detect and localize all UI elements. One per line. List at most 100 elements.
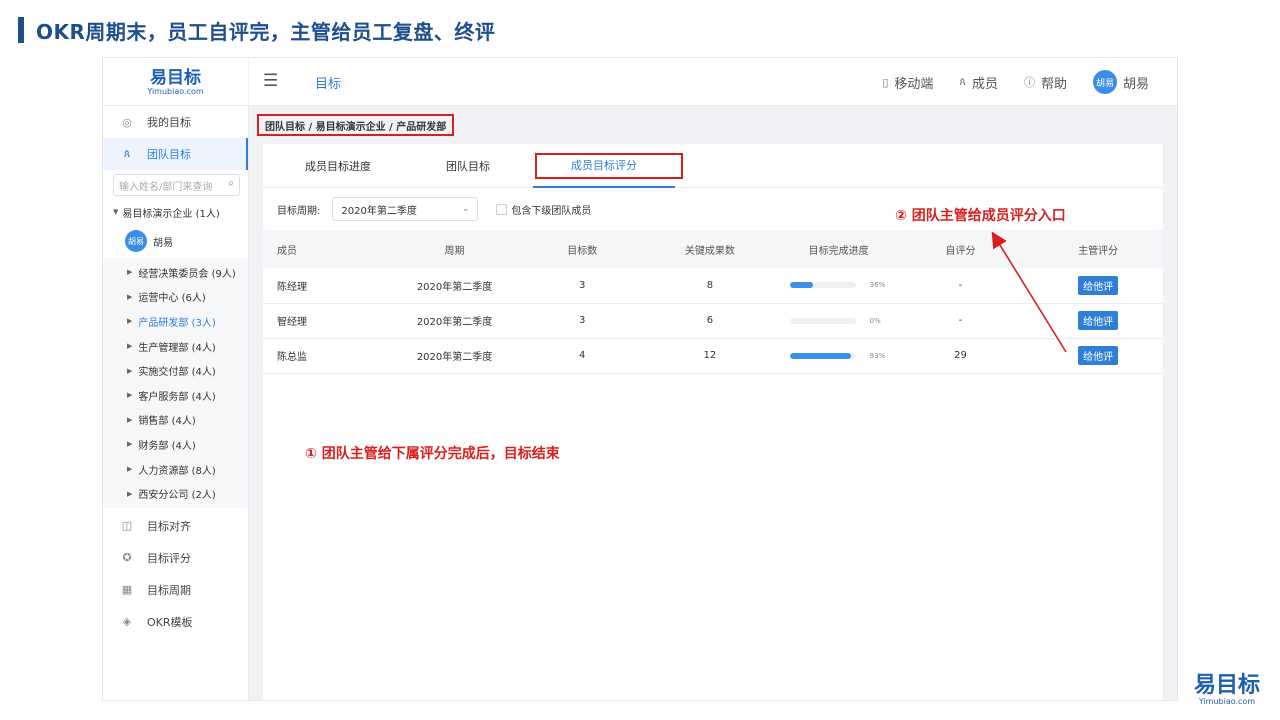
caret-right-icon: ▶ bbox=[127, 268, 133, 277]
target-icon: ◎ bbox=[122, 115, 132, 129]
dept-item[interactable]: ▶ 西安分公司 (2人) bbox=[103, 481, 248, 506]
dept-item[interactable]: ▶ 实施交付部 (4人) bbox=[103, 358, 248, 383]
checkbox-icon bbox=[496, 203, 508, 215]
dept-item[interactable]: ▶ 经营决策委员会 (9人) bbox=[103, 260, 248, 285]
dept-item[interactable]: ▶ 客户服务部 (4人) bbox=[103, 383, 248, 408]
member-search-input[interactable] bbox=[114, 177, 239, 198]
search-icon[interactable]: ⌕ bbox=[228, 178, 234, 189]
cell-progress: 0% bbox=[789, 303, 888, 338]
app-logo[interactable]: 易目标 Yimubiao.com bbox=[103, 58, 249, 106]
cell-name: 陈总监 bbox=[277, 352, 307, 363]
cell-krs: 12 bbox=[703, 350, 717, 361]
slide-title: OKR周期末，员工自评完，主管给员工复盘、终评 bbox=[18, 16, 495, 44]
cell-name: 智经理 bbox=[277, 317, 307, 328]
caret-right-icon: ▶ bbox=[127, 317, 133, 326]
help-icon: ⓘ bbox=[1023, 76, 1035, 89]
dept-label: 经营决策委员会 (9人) bbox=[138, 268, 236, 280]
sidebar-item-scoring[interactable]: ✪ 目标评分 bbox=[103, 542, 248, 574]
sidebar-item-label: OKR模板 bbox=[147, 615, 193, 629]
cell-goals: 3 bbox=[579, 279, 586, 291]
nav-goal-link[interactable]: 目标 bbox=[315, 73, 341, 92]
dept-item[interactable]: ▶ 销售部 (4人) bbox=[103, 408, 248, 433]
org-user[interactable]: 胡易 胡易 bbox=[103, 224, 248, 258]
help-label: 帮助 bbox=[1040, 76, 1067, 92]
dept-item[interactable]: ▶ 财务部 (4人) bbox=[103, 432, 248, 457]
rate-member-button[interactable]: 给他评 bbox=[1078, 311, 1119, 330]
cell-self-score: 29 bbox=[954, 350, 967, 361]
cell-action: 给他评 bbox=[1033, 303, 1163, 338]
caret-right-icon: ▶ bbox=[127, 292, 133, 301]
cell-progress: 36% bbox=[789, 268, 888, 303]
progress-bar bbox=[789, 352, 856, 359]
dept-label: 客户服务部 (4人) bbox=[138, 391, 216, 403]
help-link[interactable]: ⓘ 帮助 bbox=[1024, 73, 1067, 92]
chevron-down-icon: ⌄ bbox=[461, 204, 470, 214]
user-menu[interactable]: 胡易 胡易 bbox=[1092, 70, 1149, 94]
rate-member-button[interactable]: 给他评 bbox=[1078, 275, 1119, 295]
tab-member-scoring[interactable]: 成员目标评分 bbox=[533, 144, 675, 188]
annotation-entry: ② 团队主管给成员评分入口 bbox=[895, 208, 1066, 224]
people-icon: ጰ bbox=[959, 75, 966, 88]
sidebar-item-label: 目标对齐 bbox=[147, 519, 191, 533]
caret-right-icon: ▶ bbox=[127, 415, 133, 424]
progress-bar bbox=[789, 317, 856, 324]
sidebar-item-label: 目标周期 bbox=[147, 583, 191, 597]
annotation-finish: ① 团队主管给下属评分完成后，目标结束 bbox=[305, 446, 560, 462]
sidebar: ◎ 我的目标 ጰ 团队目标 ⌕ ▼ 易目标演示企业 (1人) 胡易 胡易 ▶ 经营… bbox=[103, 106, 249, 700]
phone-icon: ▯ bbox=[882, 75, 889, 89]
col-header: 成员 bbox=[277, 245, 297, 257]
mobile-link[interactable]: ▯ 移动端 bbox=[882, 73, 933, 92]
period-value: 2020年第二季度 bbox=[341, 205, 417, 217]
col-header: 关键成果数 bbox=[684, 245, 735, 257]
members-label: 成员 bbox=[971, 76, 998, 92]
tab-team-goals[interactable]: 团队目标 bbox=[403, 144, 533, 188]
cell-goals: 3 bbox=[579, 315, 586, 326]
members-link[interactable]: ጰ 成员 bbox=[959, 73, 998, 92]
dept-item[interactable]: ▶ 人力资源部 (8人) bbox=[103, 457, 248, 482]
department-list: ▶ 经营决策委员会 (9人) ▶ 运营中心 (6人) ▶ 产品研发部 (3人) ▶ 生产… bbox=[103, 258, 248, 508]
sidebar-item-okr-template[interactable]: ◈ OKR模板 bbox=[103, 606, 248, 638]
caret-right-icon: ▶ bbox=[127, 366, 133, 375]
sidebar-item-alignment[interactable]: ◫ 目标对齐 bbox=[103, 510, 248, 542]
sidebar-item-label: 目标评分 bbox=[147, 551, 191, 565]
dept-label: 人力资源部 (8人) bbox=[138, 465, 216, 477]
cell-period: 2020年第二季度 bbox=[416, 281, 493, 293]
app-window: 易目标 Yimubiao.com ☰ 目标 ▯ 移动端 ጰ 成员 ⓘ 帮助 胡易… bbox=[102, 57, 1178, 701]
dept-item-active[interactable]: ▶ 产品研发部 (3人) bbox=[103, 309, 248, 334]
dept-label: 产品研发部 (3人) bbox=[138, 317, 216, 329]
table-row: 智经理 2020年第二季度 3 6 0% - 给他评 bbox=[263, 303, 1163, 338]
rate-member-button[interactable]: 给他评 bbox=[1078, 346, 1119, 365]
breadcrumb: 团队目标 / 易目标演示企业 / 产品研发部 bbox=[257, 114, 455, 136]
cell-krs: 8 bbox=[706, 279, 714, 291]
tab-member-progress[interactable]: 成员目标进度 bbox=[273, 144, 403, 188]
progress-fill bbox=[789, 282, 814, 289]
org-tree-root[interactable]: ▼ 易目标演示企业 (1人) bbox=[103, 200, 248, 224]
title-accent-bar bbox=[18, 17, 24, 43]
logo-text: 易目标 bbox=[150, 67, 201, 88]
cell-goals: 4 bbox=[579, 350, 586, 361]
progress-percent: 93% bbox=[869, 351, 886, 360]
avatar: 胡易 bbox=[125, 230, 147, 252]
table-row: 陈经理 2020年第二季度 3 8 36% - 给他评 bbox=[263, 268, 1163, 303]
table-header-row: 成员 周期 目标数 关键成果数 目标完成进度 自评分 主管评分 bbox=[263, 230, 1163, 268]
col-header: 主管评分 bbox=[1078, 245, 1119, 257]
sidebar-item-cycle[interactable]: ▦ 目标周期 bbox=[103, 574, 248, 606]
col-header: 目标数 bbox=[567, 245, 598, 257]
sidebar-item-my-goals[interactable]: ◎ 我的目标 bbox=[103, 106, 248, 138]
cell-self-score: - bbox=[958, 315, 963, 326]
cell-name: 陈经理 bbox=[277, 281, 307, 293]
period-select[interactable]: 2020年第二季度 ⌄ bbox=[332, 197, 479, 221]
member-score-table: 成员 周期 目标数 关键成果数 目标完成进度 自评分 主管评分 陈经理 2020年… bbox=[263, 230, 1163, 374]
org-user-name: 胡易 bbox=[153, 237, 173, 249]
dept-item[interactable]: ▶ 生产管理部 (4人) bbox=[103, 334, 248, 359]
dept-item[interactable]: ▶ 运营中心 (6人) bbox=[103, 285, 248, 310]
brand-subtext: Yimubiao.com bbox=[1198, 697, 1256, 706]
sidebar-item-team-goals[interactable]: ጰ 团队目标 bbox=[103, 138, 248, 170]
layers-icon: ◈ bbox=[122, 615, 132, 629]
include-sub-checkbox[interactable]: 包含下级团队成员 bbox=[496, 202, 591, 217]
progress-fill bbox=[789, 352, 852, 359]
table-row: 陈总监 2020年第二季度 4 12 93% 29 给他评 bbox=[263, 338, 1163, 373]
logo-subtext: Yimubiao.com bbox=[147, 86, 204, 96]
menu-toggle-icon[interactable]: ☰ bbox=[263, 71, 283, 91]
sidebar-bottom-menu: ◫ 目标对齐 ✪ 目标评分 ▦ 目标周期 ◈ OKR模板 bbox=[103, 510, 248, 638]
